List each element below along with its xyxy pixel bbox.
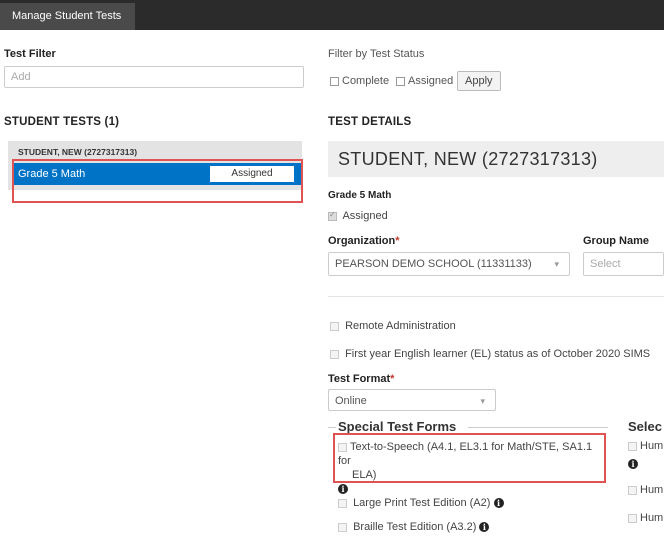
braille-option[interactable]: Braille Test Edition (A3.2) i: [338, 521, 490, 533]
organization-label: Organization*: [328, 235, 400, 247]
el-status-checkbox[interactable]: [330, 349, 339, 359]
assigned-checkbox-box[interactable]: [396, 76, 405, 86]
large-print-label: Large Print Test Edition (A2): [353, 497, 491, 509]
assigned-label: Assigned: [408, 75, 454, 87]
chevron-down-icon: ▾: [554, 259, 559, 269]
select-item-checkbox[interactable]: [628, 485, 637, 495]
student-tests-title: STUDENT TESTS (1): [4, 116, 120, 128]
remote-admin-checkbox[interactable]: [330, 321, 339, 331]
select-column-info[interactable]: i: [628, 458, 638, 470]
filter-status-label: Filter by Test Status: [328, 48, 425, 60]
fieldset-line: [328, 427, 336, 428]
remote-admin-label: Remote Administration: [345, 320, 456, 332]
highlight-box-test: [12, 159, 303, 203]
group-name-placeholder: Select: [590, 258, 621, 270]
test-filter-label: Test Filter: [4, 48, 56, 60]
test-details-title: TEST DETAILS: [328, 116, 412, 128]
remote-admin-option[interactable]: Remote Administration: [330, 320, 456, 332]
complete-label: Complete: [342, 75, 390, 87]
complete-checkbox-box[interactable]: [330, 76, 339, 86]
details-test-name: Grade 5 Math: [328, 190, 392, 201]
assigned-checkbox[interactable]: Assigned: [396, 75, 453, 87]
complete-checkbox[interactable]: Complete: [330, 75, 389, 87]
group-name-select[interactable]: Select: [583, 252, 664, 276]
student-header: STUDENT, NEW (2727317313): [328, 141, 664, 177]
assigned-status-label: Assigned: [342, 210, 388, 222]
info-icon[interactable]: i: [479, 522, 490, 533]
group-name-label: Group Name: [583, 235, 650, 247]
el-status-label: First year English learner (EL) status a…: [345, 348, 651, 360]
divider: [328, 296, 664, 297]
assigned-checkbox-icon: [328, 210, 337, 221]
info-icon[interactable]: i: [338, 484, 348, 495]
select-item-checkbox[interactable]: [628, 513, 637, 523]
special-forms-title: Special Test Forms: [338, 419, 457, 434]
el-status-option[interactable]: First year English learner (EL) status a…: [330, 348, 650, 360]
organization-value: PEARSON DEMO SCHOOL (11331133): [335, 258, 532, 270]
student-group-label: STUDENT, NEW (2727317313): [18, 147, 138, 157]
select-column-title: Selec: [628, 419, 662, 434]
braille-label: Braille Test Edition (A3.2): [353, 521, 477, 533]
organization-select[interactable]: PEARSON DEMO SCHOOL (11331133) ▾: [328, 252, 570, 276]
test-filter-input[interactable]: Add: [4, 66, 304, 88]
select-item-label: Hum: [640, 484, 664, 496]
select-item-label: Hum: [640, 440, 664, 452]
fieldset-line: [468, 427, 608, 428]
test-filter-placeholder: Add: [11, 71, 31, 83]
highlight-box-tts: [333, 433, 606, 483]
large-print-option[interactable]: Large Print Test Edition (A2) i: [338, 497, 504, 509]
info-icon[interactable]: i: [493, 498, 504, 509]
apply-button[interactable]: Apply: [457, 71, 501, 91]
assigned-status: Assigned: [328, 210, 388, 222]
select-column-item[interactable]: Hum: [628, 512, 663, 524]
student-group-header: STUDENT, NEW (2727317313): [8, 141, 302, 160]
select-item-label: Hum: [640, 512, 664, 524]
info-icon[interactable]: i: [628, 459, 638, 470]
select-item-checkbox[interactable]: [628, 441, 637, 451]
select-column-item[interactable]: Hum: [628, 440, 663, 452]
braille-checkbox[interactable]: [338, 522, 347, 532]
student-name: STUDENT, NEW (2727317313): [338, 149, 598, 169]
test-format-label: Test Format*: [328, 373, 395, 385]
tab-manage-student-tests[interactable]: Manage Student Tests: [0, 3, 135, 30]
top-bar: Manage Student Tests: [0, 0, 664, 30]
select-column-item[interactable]: Hum: [628, 484, 663, 496]
chevron-down-icon: ▾: [480, 396, 485, 406]
test-format-value: Online: [335, 395, 367, 407]
test-format-select[interactable]: Online ▾: [328, 389, 496, 411]
large-print-checkbox[interactable]: [338, 498, 347, 508]
